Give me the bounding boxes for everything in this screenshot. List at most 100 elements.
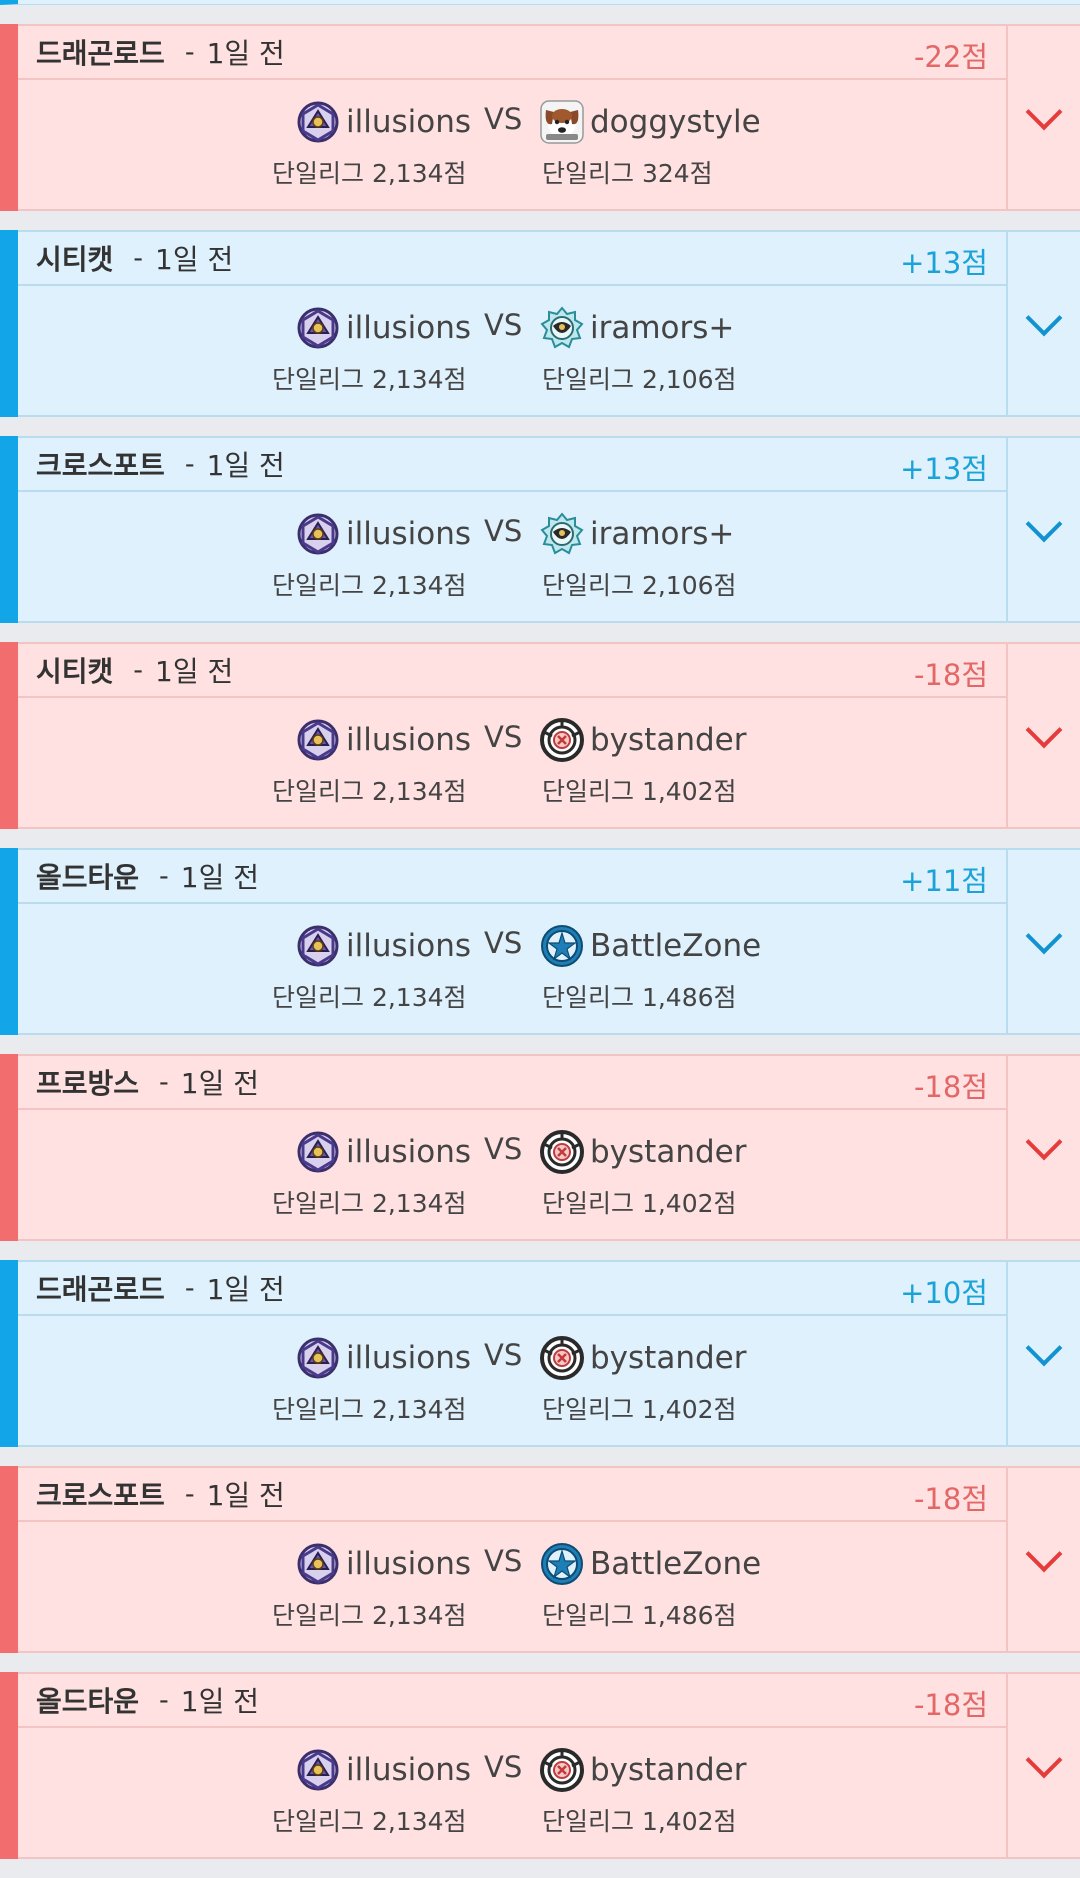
match-header: 올드타운 - 1일 전 +11점 <box>18 850 1006 904</box>
map-name: 크로스포트 <box>36 449 165 482</box>
my-player-name: illusions <box>346 722 472 758</box>
bystander-emblem-icon <box>540 1130 584 1174</box>
my-league-score: 단일리그 2,134점 <box>272 159 467 188</box>
my-player[interactable]: illusions <box>296 99 471 145</box>
opponent-player[interactable]: bystander <box>540 717 746 763</box>
illusions-emblem-icon <box>296 924 340 968</box>
match-header: 드래곤로드 - 1일 전 -22점 <box>18 26 1006 80</box>
opponent-player[interactable]: bystander <box>540 1129 746 1175</box>
my-player-name: illusions <box>346 516 472 552</box>
opponent-name: BattleZone <box>590 928 762 964</box>
separator: - <box>184 448 195 480</box>
opponent-player[interactable]: doggystyle <box>540 99 761 145</box>
map-name: 시티캣 <box>36 243 114 276</box>
result-bar <box>0 24 18 211</box>
time-ago: 1일 전 <box>155 243 234 276</box>
opponent-player[interactable]: BattleZone <box>540 923 761 969</box>
match-header: 시티캣 - 1일 전 -18점 <box>18 644 1006 698</box>
my-player-name: illusions <box>346 310 472 346</box>
chevron-down-icon <box>1025 1329 1063 1366</box>
match-header: 드래곤로드 - 1일 전 +10점 <box>18 1262 1006 1316</box>
match-header: 올드타운 - 1일 전 -18점 <box>18 1674 1006 1728</box>
time-ago: 1일 전 <box>206 37 285 70</box>
versus-label: VS <box>484 1544 523 1578</box>
map-name: 올드타운 <box>36 861 140 894</box>
match-card-6: 프로방스 - 1일 전 -18점 illusions VS bystander … <box>0 1054 1080 1241</box>
versus-label: VS <box>484 1338 523 1372</box>
opponent-league-score: 단일리그 1,402점 <box>542 1395 737 1424</box>
opponent-name: iramors+ <box>590 310 735 346</box>
chevron-down-icon <box>1025 1741 1063 1778</box>
versus-label: VS <box>484 514 523 548</box>
expand-toggle-button[interactable] <box>1006 1054 1080 1241</box>
iramors-emblem-icon <box>540 512 584 556</box>
chevron-down-icon <box>1025 1535 1063 1572</box>
match-content: 시티캣 - 1일 전 +13점 illusions VS iramors+ 단일… <box>18 230 1006 417</box>
expand-toggle-button[interactable] <box>1006 1672 1080 1859</box>
my-league-score: 단일리그 2,134점 <box>272 1807 467 1836</box>
bystander-emblem-icon <box>540 1748 584 1792</box>
match-header: 시티캣 - 1일 전 +13점 <box>18 232 1006 286</box>
opponent-league-score: 단일리그 2,106점 <box>542 365 737 394</box>
chevron-down-icon <box>1025 93 1063 130</box>
my-league-score: 단일리그 2,134점 <box>272 1395 467 1424</box>
illusions-emblem-icon <box>296 1748 340 1792</box>
score-change: +13점 <box>900 452 988 486</box>
time-ago: 1일 전 <box>180 1685 260 1718</box>
time-ago: 1일 전 <box>155 655 234 688</box>
opponent-player[interactable]: iramors+ <box>540 511 734 557</box>
illusions-emblem-icon <box>296 1336 340 1380</box>
opponent-player[interactable]: bystander <box>540 1335 746 1381</box>
map-name: 크로스포트 <box>36 1479 165 1512</box>
my-player[interactable]: illusions <box>296 717 471 763</box>
bystander-emblem-icon <box>540 1336 584 1380</box>
time-ago: 1일 전 <box>180 861 260 894</box>
chevron-down-icon <box>1025 299 1063 336</box>
my-player[interactable]: illusions <box>296 511 471 557</box>
opponent-player[interactable]: BattleZone <box>540 1541 761 1587</box>
map-name: 드래곤로드 <box>36 1273 165 1306</box>
dog-avatar-icon <box>540 100 584 144</box>
chevron-down-icon <box>1025 711 1063 748</box>
separator: - <box>184 1478 195 1510</box>
expand-toggle-button[interactable] <box>1006 230 1080 417</box>
opponent-league-score: 단일리그 324점 <box>542 159 713 188</box>
versus-label: VS <box>484 1750 523 1784</box>
expand-toggle-button[interactable] <box>1006 642 1080 829</box>
expand-toggle-button[interactable] <box>1006 24 1080 211</box>
score-change: -18점 <box>913 1482 988 1516</box>
expand-toggle-button[interactable] <box>1006 1260 1080 1447</box>
iramors-emblem-icon <box>540 306 584 350</box>
opponent-name: bystander <box>590 1340 747 1376</box>
my-player[interactable]: illusions <box>296 1335 471 1381</box>
expand-toggle-button[interactable] <box>1006 436 1080 623</box>
match-header: 프로방스 - 1일 전 -18점 <box>18 1056 1006 1110</box>
score-change: -22점 <box>913 40 988 74</box>
my-player[interactable]: illusions <box>296 1747 471 1793</box>
versus-label: VS <box>484 1132 523 1166</box>
opponent-league-score: 단일리그 1,402점 <box>542 1807 737 1836</box>
match-card-5: 올드타운 - 1일 전 +11점 illusions VS BattleZone… <box>0 848 1080 1035</box>
my-player[interactable]: illusions <box>296 923 471 969</box>
opponent-league-score: 단일리그 1,402점 <box>542 1189 737 1218</box>
score-change: +11점 <box>900 864 988 898</box>
my-player[interactable]: illusions <box>296 1541 471 1587</box>
time-ago: 1일 전 <box>206 1479 285 1512</box>
match-card-7: 드래곤로드 - 1일 전 +10점 illusions VS bystander… <box>0 1260 1080 1447</box>
match-content: 크로스포트 - 1일 전 -18점 illusions VS BattleZon… <box>18 1466 1006 1653</box>
opponent-player[interactable]: bystander <box>540 1747 746 1793</box>
match-card-9: 올드타운 - 1일 전 -18점 illusions VS bystander … <box>0 1672 1080 1859</box>
illusions-emblem-icon <box>296 1542 340 1586</box>
opponent-player[interactable]: iramors+ <box>540 305 734 351</box>
my-player[interactable]: illusions <box>296 305 471 351</box>
opponent-name: bystander <box>590 1752 747 1788</box>
match-content: 드래곤로드 - 1일 전 -22점 illusions VS doggystyl… <box>18 24 1006 211</box>
my-player[interactable]: illusions <box>296 1129 471 1175</box>
expand-toggle-button[interactable] <box>1006 848 1080 1035</box>
separator: - <box>159 860 169 892</box>
opponent-name: doggystyle <box>590 104 761 140</box>
result-bar <box>0 642 18 829</box>
result-bar <box>0 1054 18 1241</box>
separator: - <box>159 1066 169 1098</box>
expand-toggle-button[interactable] <box>1006 1466 1080 1653</box>
